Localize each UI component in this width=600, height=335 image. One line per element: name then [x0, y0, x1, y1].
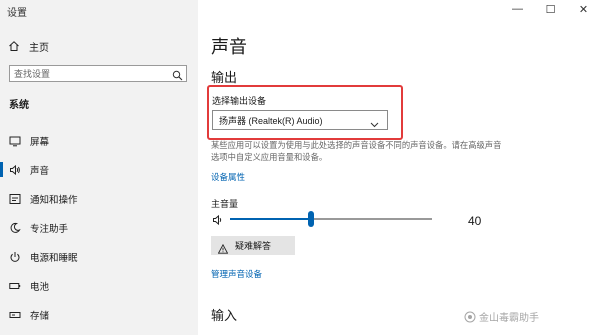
- search-box: [9, 65, 187, 82]
- home-link[interactable]: 主页: [8, 38, 49, 54]
- minimize-button[interactable]: —: [501, 0, 534, 18]
- sidebar-nav: 屏幕 声音 通知和操作 专注助手 电源和睡眠 电池 存储: [0, 126, 198, 329]
- search-input[interactable]: [10, 66, 170, 81]
- output-device-value: 扬声器 (Realtek(R) Audio): [219, 115, 323, 126]
- output-device-select[interactable]: 扬声器 (Realtek(R) Audio): [212, 110, 388, 130]
- manage-sound-devices-link[interactable]: 管理声音设备: [211, 268, 262, 280]
- troubleshoot-label: 疑难解答: [235, 241, 272, 251]
- sidebar-item-label: 存储: [30, 310, 50, 322]
- sidebar-item-display[interactable]: 屏幕: [0, 126, 198, 155]
- warning-icon: [217, 241, 229, 254]
- focus-assist-icon: [9, 222, 21, 234]
- battery-icon: [9, 280, 21, 292]
- volume-value: 40: [468, 214, 482, 228]
- sidebar-item-focus-assist[interactable]: 专注助手: [0, 213, 198, 242]
- search-icon[interactable]: [172, 68, 183, 81]
- page-title: 声音: [211, 37, 247, 57]
- sidebar-item-label: 通知和操作: [30, 194, 78, 206]
- sidebar-section-title: 系统: [9, 100, 29, 111]
- volume-speaker-icon[interactable]: [212, 213, 224, 226]
- home-icon: [8, 40, 20, 52]
- power-icon: [9, 251, 21, 263]
- sidebar-item-notifications[interactable]: 通知和操作: [0, 184, 198, 213]
- sidebar-item-battery[interactable]: 电池: [0, 271, 198, 300]
- output-device-label: 选择输出设备: [212, 96, 267, 106]
- close-button[interactable]: ✕: [567, 0, 600, 18]
- output-heading: 输出: [211, 70, 238, 85]
- troubleshoot-button[interactable]: 疑难解答: [211, 236, 295, 255]
- window-controls: — ☐ ✕: [501, 0, 600, 18]
- chevron-down-icon: [370, 116, 379, 128]
- sidebar: 设置 主页 系统 屏幕 声音 通知和操作: [0, 0, 198, 335]
- maximize-button[interactable]: ☐: [534, 0, 567, 18]
- home-label: 主页: [29, 42, 49, 54]
- output-description: 某些应用可以设置为使用与此处选择的声音设备不同的声音设备。请在高级声音选项中自定…: [211, 140, 502, 162]
- main-content: — ☐ ✕ 声音 输出 选择输出设备 扬声器 (Realtek(R) Audio…: [198, 0, 600, 335]
- input-heading: 输入: [211, 308, 238, 323]
- sidebar-item-label: 声音: [30, 165, 50, 177]
- watermark-logo-icon: [464, 311, 476, 323]
- volume-slider-fill: [230, 218, 311, 220]
- window-title: 设置: [7, 8, 27, 19]
- sidebar-item-storage[interactable]: 存储: [0, 300, 198, 329]
- monitor-icon: [9, 135, 21, 147]
- master-volume-label: 主音量: [211, 199, 239, 209]
- sidebar-item-label: 屏幕: [30, 136, 50, 148]
- volume-slider[interactable]: [230, 211, 432, 227]
- sidebar-item-label: 专注助手: [30, 223, 69, 235]
- sidebar-item-sound[interactable]: 声音: [0, 155, 198, 184]
- volume-slider-thumb[interactable]: [307, 211, 314, 227]
- watermark: 金山毒霸助手: [464, 309, 539, 324]
- storage-icon: [9, 309, 21, 321]
- device-properties-link[interactable]: 设备属性: [211, 171, 245, 183]
- notification-icon: [9, 193, 21, 205]
- watermark-text: 金山毒霸助手: [479, 313, 539, 324]
- sidebar-item-label: 电源和睡眠: [30, 252, 78, 264]
- sidebar-item-label: 电池: [30, 281, 50, 293]
- sidebar-item-power[interactable]: 电源和睡眠: [0, 242, 198, 271]
- speaker-icon: [9, 164, 21, 176]
